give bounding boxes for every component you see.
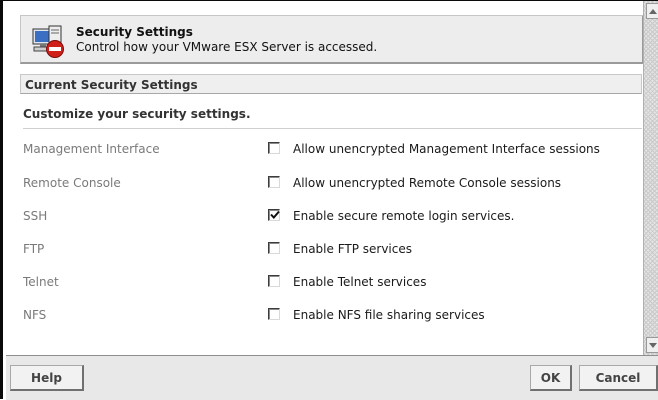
security-computer-icon — [32, 25, 64, 58]
setting-option-text: Allow unencrypted Remote Console session… — [293, 176, 562, 190]
page-title: Security Settings — [76, 25, 193, 39]
setting-row-management-interface: Management Interface Allow unencrypted M… — [6, 138, 643, 160]
arrow-up-icon — [649, 8, 657, 14]
dialog-footer: Help OK Cancel — [6, 355, 658, 400]
setting-row-telnet: Telnet Enable Telnet services — [6, 271, 643, 293]
scroll-up-button[interactable] — [646, 3, 658, 19]
setting-label: NFS — [23, 308, 47, 322]
ftp-checkbox[interactable] — [268, 242, 280, 254]
header-panel: Security Settings Control how your VMwar… — [20, 15, 643, 64]
security-settings-window: Security Settings Control how your VMwar… — [0, 0, 658, 400]
dialog-content: Security Settings Control how your VMwar… — [6, 1, 643, 355]
setting-row-ftp: FTP Enable FTP services — [6, 238, 643, 260]
customize-heading: Customize your security settings. — [23, 107, 642, 129]
setting-label: Management Interface — [23, 142, 160, 156]
section-header: Current Security Settings — [20, 74, 642, 94]
ssh-checkbox[interactable] — [268, 209, 280, 221]
setting-label: Telnet — [23, 275, 59, 289]
checkmark-icon — [270, 210, 280, 219]
remote-console-checkbox[interactable] — [268, 176, 280, 188]
ok-button[interactable]: OK — [530, 365, 572, 391]
telnet-checkbox[interactable] — [268, 275, 280, 287]
management-interface-checkbox[interactable] — [268, 142, 280, 154]
vertical-scrollbar[interactable] — [643, 1, 658, 355]
scroll-down-button[interactable] — [646, 337, 658, 353]
setting-row-nfs: NFS Enable NFS file sharing services — [6, 304, 643, 326]
setting-option-text: Allow unencrypted Management Interface s… — [293, 142, 600, 156]
setting-label: FTP — [23, 242, 45, 256]
setting-option-text: Enable FTP services — [293, 242, 412, 256]
setting-label: SSH — [23, 209, 48, 223]
cancel-button[interactable]: Cancel — [579, 365, 658, 391]
arrow-down-icon — [649, 342, 657, 348]
setting-option-text: Enable NFS file sharing services — [293, 308, 485, 322]
nfs-checkbox[interactable] — [268, 308, 280, 320]
setting-label: Remote Console — [23, 176, 121, 190]
setting-row-remote-console: Remote Console Allow unencrypted Remote … — [6, 172, 643, 194]
section-title: Current Security Settings — [25, 78, 198, 92]
help-button[interactable]: Help — [10, 365, 84, 391]
setting-option-text: Enable secure remote login services. — [293, 209, 515, 223]
page-subtitle: Control how your VMware ESX Server is ac… — [76, 40, 378, 54]
setting-option-text: Enable Telnet services — [293, 275, 427, 289]
setting-row-ssh: SSH Enable secure remote login services. — [6, 205, 643, 227]
